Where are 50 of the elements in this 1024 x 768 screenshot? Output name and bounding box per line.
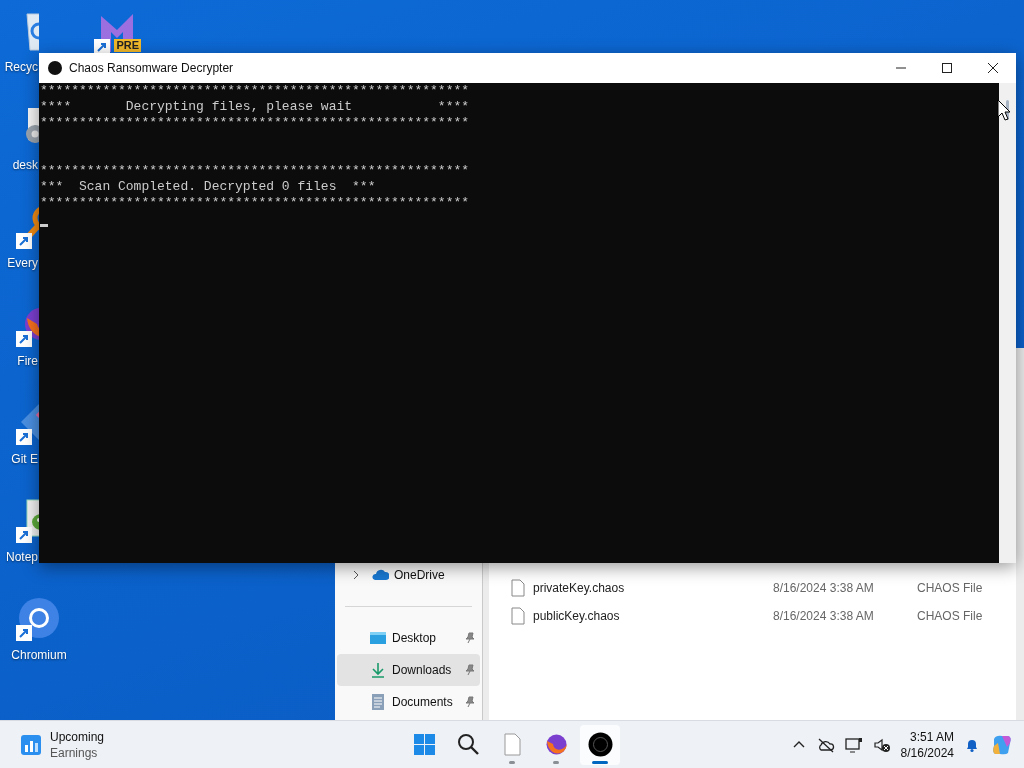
- windows-logo-icon: [411, 732, 437, 757]
- file-type: CHAOS File: [917, 609, 983, 623]
- speaker-muted-icon[interactable]: [872, 736, 891, 753]
- nav-item[interactable]: Documents: [337, 686, 480, 718]
- widget-subtitle: Earnings: [50, 744, 99, 761]
- clock[interactable]: 3:51 AM 8/16/2024: [900, 728, 954, 761]
- document-icon: [369, 693, 387, 711]
- app-logo-icon: [48, 61, 62, 75]
- nav-item[interactable]: Desktop: [337, 622, 480, 654]
- file-name[interactable]: publicKey.chaos: [533, 609, 773, 623]
- desktop-icon-label[interactable]: Git E: [0, 452, 38, 466]
- fox-globe-icon: [543, 732, 569, 757]
- desktop-icon-label[interactable]: desk: [0, 158, 38, 172]
- search-icon: [455, 732, 481, 757]
- time-text: 3:51 AM: [909, 728, 954, 745]
- file-date: 8/16/2024 3:38 AM: [773, 609, 875, 623]
- download-icon: [369, 661, 387, 679]
- bar-chart-icon: [20, 733, 42, 756]
- ring-logo-icon: [587, 732, 613, 757]
- desktop-icon-label[interactable]: Notep: [0, 550, 38, 564]
- desktop-icon: [369, 629, 387, 647]
- file-date: 8/16/2024 3:38 AM: [773, 581, 875, 595]
- preview-badge: PRE: [114, 39, 141, 52]
- console-line: **** Decrypting files, please wait ****: [40, 99, 470, 115]
- monitor-icon[interactable]: [844, 736, 863, 753]
- desktop-icon-label[interactable]: Chromium: [11, 648, 67, 662]
- widgets-button[interactable]: Upcoming Earnings: [20, 724, 404, 765]
- widget-title: Upcoming: [50, 728, 105, 745]
- console-line: *******************************************************: [40, 195, 470, 211]
- console-line: *******************************************************: [40, 115, 470, 131]
- desktop-icon-label[interactable]: Fire: [0, 354, 38, 368]
- desktop-icon-label[interactable]: Recyc: [0, 60, 38, 74]
- taskbar-app[interactable]: [580, 724, 620, 765]
- console-line: *******************************************************: [40, 163, 470, 179]
- date-text: 8/16/2024: [900, 744, 954, 761]
- file-icon: [511, 579, 525, 597]
- chevron-icon[interactable]: [352, 570, 360, 580]
- scrollbar[interactable]: [999, 83, 1016, 563]
- window-title: Chaos Ransomware Decrypter: [69, 61, 235, 75]
- file-icon: [511, 607, 525, 625]
- nav-item[interactable]: Downloads: [337, 654, 480, 686]
- close-icon: [988, 63, 998, 73]
- desktop-icon-label[interactable]: Every: [0, 256, 38, 270]
- console-line: *******************************************************: [40, 83, 470, 99]
- maximize-icon: [942, 63, 952, 73]
- file-name[interactable]: privateKey.chaos: [533, 581, 773, 595]
- console-line: *** Scan Completed. Decrypted 0 files ***: [40, 179, 376, 195]
- nav-item[interactable]: OneDrive: [337, 563, 480, 587]
- cloud-off-icon[interactable]: [816, 736, 835, 753]
- file-type: CHAOS File: [917, 581, 983, 595]
